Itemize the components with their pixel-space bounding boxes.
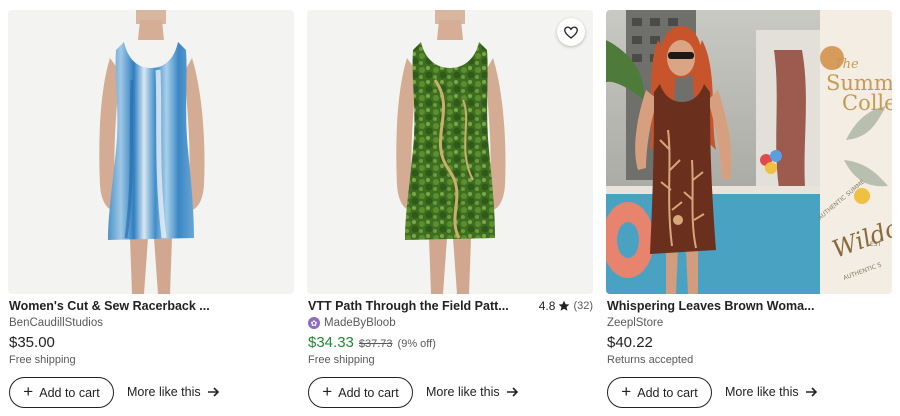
more-like-this-link[interactable]: More like this — [127, 385, 220, 399]
price-row: $35.00 — [9, 334, 55, 351]
rating-value: 4.8 — [538, 299, 556, 313]
seller-row: ✿ MadeByBloob — [308, 316, 396, 330]
listing-image[interactable] — [307, 10, 593, 294]
listing-title-row: Women's Cut & Sew Racerback ... — [9, 298, 294, 314]
review-count: (32) — [573, 300, 593, 312]
star-seller-badge-icon: ✿ — [308, 317, 320, 329]
add-to-cart-button[interactable]: + Add to cart — [9, 377, 114, 408]
more-like-this-label: More like this — [127, 385, 201, 399]
listing-title[interactable]: Whispering Leaves Brown Woma... — [607, 299, 892, 313]
more-like-this-link[interactable]: More like this — [725, 385, 818, 399]
seller-name[interactable]: MadeByBloob — [324, 317, 396, 329]
shipping-note: Free shipping — [9, 354, 76, 366]
listing-image[interactable] — [8, 10, 294, 294]
product-photo-green-dress — [396, 10, 506, 294]
price: $35.00 — [9, 334, 55, 351]
favorite-button[interactable] — [557, 18, 585, 46]
listing-title[interactable]: VTT Path Through the Field Patt... — [308, 299, 533, 313]
seller-row: BenCaudillStudios — [9, 316, 103, 330]
price: $40.22 — [607, 334, 653, 351]
discount-badge: (9% off) — [397, 338, 436, 350]
seller-row: ZeeplStore — [607, 316, 663, 330]
listing-card[interactable]: The Summ Colle Wildch AUTHENTIC SUMME ES… — [606, 0, 892, 416]
add-to-cart-button[interactable]: + Add to cart — [607, 377, 712, 408]
plus-icon: + — [621, 382, 632, 401]
listing-title-row: Whispering Leaves Brown Woma... — [607, 298, 892, 314]
product-photo-blue-dress — [99, 10, 205, 294]
product-photo-brown-dress: The Summ Colle Wildch AUTHENTIC SUMME ES… — [606, 10, 892, 294]
listing-card[interactable]: Women's Cut & Sew Racerback ... BenCaudi… — [8, 0, 294, 416]
returns-note: Returns accepted — [607, 354, 694, 366]
plus-icon: + — [23, 382, 34, 401]
promo-text-the: The — [834, 57, 859, 72]
more-like-this-label: More like this — [725, 385, 799, 399]
arrow-right-icon — [506, 387, 518, 397]
seller-name[interactable]: ZeeplStore — [607, 317, 663, 329]
promo-side-text: EST — [870, 241, 882, 248]
plus-icon: + — [322, 382, 333, 401]
promo-text-collection: Colle — [842, 91, 892, 115]
add-to-cart-label: Add to cart — [637, 385, 698, 400]
listing-card[interactable]: VTT Path Through the Field Patt... 4.8 (… — [307, 0, 593, 416]
original-price: $37.73 — [358, 338, 393, 350]
heart-outline-icon — [564, 26, 578, 39]
add-to-cart-label: Add to cart — [338, 385, 399, 400]
price-row: $40.22 — [607, 334, 653, 351]
arrow-right-icon — [207, 387, 219, 397]
star-icon — [559, 300, 570, 311]
more-like-this-link[interactable]: More like this — [426, 385, 519, 399]
add-to-cart-button[interactable]: + Add to cart — [308, 377, 413, 408]
listing-image[interactable]: The Summ Colle Wildch AUTHENTIC SUMME ES… — [606, 10, 892, 294]
listing-title-row: VTT Path Through the Field Patt... 4.8 (… — [308, 298, 593, 314]
listing-title[interactable]: Women's Cut & Sew Racerback ... — [9, 299, 294, 313]
shipping-note: Free shipping — [308, 354, 375, 366]
add-to-cart-label: Add to cart — [39, 385, 100, 400]
rating: 4.8 (32) — [539, 299, 593, 313]
sale-price: $34.33 — [308, 334, 354, 351]
price-row: $34.33 $37.73 (9% off) — [308, 334, 436, 351]
seller-name[interactable]: BenCaudillStudios — [9, 317, 103, 329]
more-like-this-label: More like this — [426, 385, 500, 399]
arrow-right-icon — [805, 387, 817, 397]
